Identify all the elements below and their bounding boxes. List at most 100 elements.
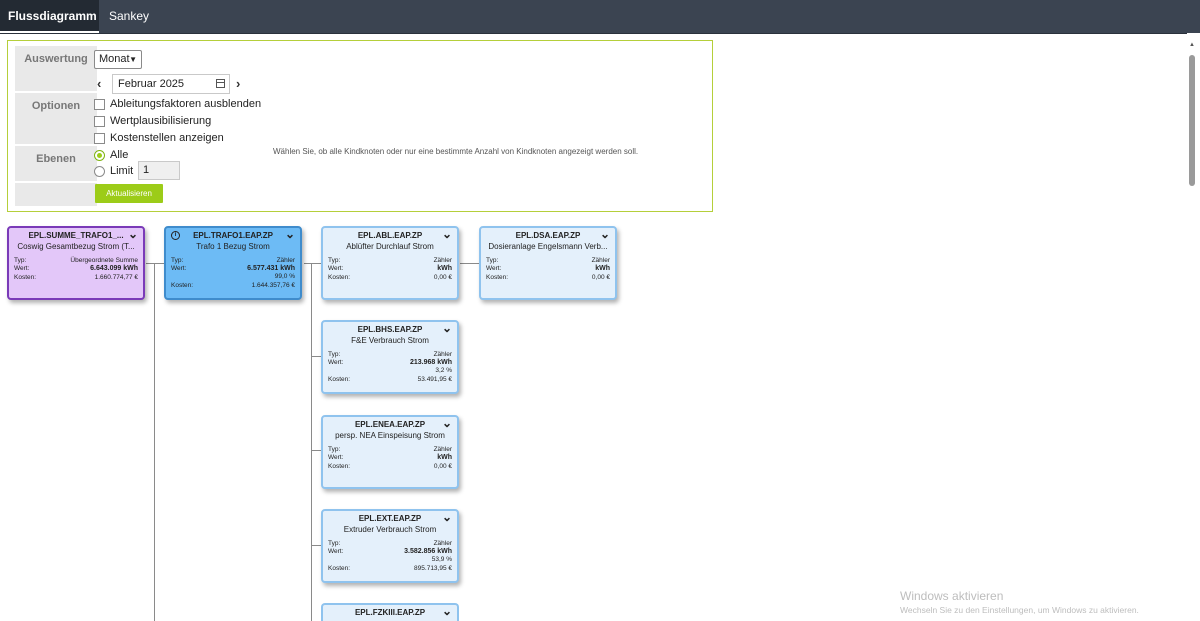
node-row-kosten: Kosten: 1.644.357,76 € (171, 281, 295, 290)
node-id: EPL.ABL.EAP.ZP (357, 231, 423, 240)
node-id: EPL.BHS.EAP.ZP (357, 325, 423, 334)
kosten-label: Kosten: (328, 274, 351, 281)
date-value: Februar 2025 (118, 78, 185, 90)
node-description: F&E Verbrauch Strom (351, 336, 429, 345)
node-row-kosten: Kosten: 0,00 € (486, 273, 610, 282)
wert-value: 6.643.099 kWh (90, 265, 138, 272)
node-row-wert: Wert: kWh (486, 264, 610, 273)
chevron-down-icon[interactable]: ⌄ (285, 228, 295, 240)
option-label-ableitungsfaktoren: Ableitungsfaktoren ausblenden (110, 98, 262, 110)
wert-label: Wert: (486, 265, 502, 272)
chevron-down-icon[interactable]: ⌄ (128, 228, 138, 240)
flow-node-enea[interactable]: EPL.ENEA.EAP.ZP ⌄ persp. NEA Einspeisung… (321, 415, 459, 489)
node-row-kosten: Kosten: 895.713,95 € (328, 564, 452, 573)
flow-node-trafo1[interactable]: i EPL.TRAFO1.EAP.ZP ⌄ Trafo 1 Bezug Stro… (164, 226, 302, 300)
wert-label: Wert: (14, 265, 30, 272)
optionen-label: Optionen (15, 93, 97, 144)
node-id: EPL.TRAFO1.EAP.ZP (193, 231, 273, 240)
wert-label: Wert: (328, 454, 344, 461)
radio-label-alle: Alle (110, 149, 129, 161)
checkbox-ableitungsfaktoren[interactable] (94, 99, 105, 110)
node-row-percent: 99,0 % (171, 272, 295, 281)
tab-sankey-diagramm[interactable]: Sankey Diagramm (101, 0, 211, 55)
node-id: EPL.ENEA.EAP.ZP (354, 420, 426, 429)
flow-node-abl[interactable]: EPL.ABL.EAP.ZP ⌄ Ablüfter Durchlauf Stro… (321, 226, 459, 300)
checkbox-kostenstellen[interactable] (94, 133, 105, 144)
option-label-wertplausibilisierung: Wertplausibilisierung (110, 115, 212, 127)
kosten-value: 1.660.774,77 € (94, 274, 138, 281)
chevron-down-icon[interactable]: ⌄ (442, 605, 452, 617)
aktualisieren-button[interactable]: Aktualisieren (95, 184, 163, 203)
windows-activation-text: Wechseln Sie zu den Einstellungen, um Wi… (900, 605, 1139, 615)
chevron-down-icon[interactable]: ⌄ (442, 417, 452, 429)
connector-line (311, 545, 321, 546)
connector-line (311, 263, 312, 621)
chevron-down-icon[interactable]: ⌄ (442, 511, 452, 523)
kosten-value: 0,00 € (591, 274, 610, 281)
next-period-button[interactable]: › (236, 76, 240, 91)
connector-line (311, 356, 321, 357)
radio-limit[interactable] (94, 166, 105, 177)
node-row-percent: 3,2 % (328, 366, 452, 375)
wert-value: kWh (437, 265, 452, 272)
node-description: Extruder Verbrauch Strom (343, 525, 437, 534)
percent-value: 3,2 % (435, 367, 452, 374)
connector-line (154, 263, 155, 621)
connector-line (304, 263, 321, 264)
empty-label-cell (15, 183, 97, 206)
checkbox-wertplausibilisierung[interactable] (94, 116, 105, 127)
kosten-value: 0,00 € (433, 463, 452, 470)
flow-node-ext[interactable]: EPL.EXT.EAP.ZP ⌄ Extruder Verbrauch Stro… (321, 509, 459, 583)
kosten-label: Kosten: (14, 274, 37, 281)
scroll-up-arrow-icon[interactable]: ▲ (1189, 42, 1195, 48)
limit-input[interactable]: 1 (138, 161, 180, 180)
auswertung-label: Auswertung (15, 46, 97, 91)
node-description: Dosieranlage Engelsmann Verb... (488, 242, 608, 251)
date-field[interactable]: Februar 2025 (112, 74, 230, 94)
radio-label-limit: Limit (110, 165, 134, 177)
flow-node-fzkiii[interactable]: EPL.FZKIII.EAP.ZP ⌄ (321, 603, 459, 621)
node-row-wert: Wert: kWh (328, 264, 452, 273)
node-row-wert: Wert: 6.643.099 kWh (14, 264, 138, 273)
chevron-down-icon[interactable]: ⌄ (442, 228, 452, 240)
node-row-percent: 53,9 % (328, 555, 452, 564)
node-id: EPL.DSA.EAP.ZP (515, 231, 581, 240)
kosten-label: Kosten: (171, 282, 194, 289)
calendar-icon[interactable] (216, 79, 225, 88)
kosten-value: 895.713,95 € (414, 565, 452, 572)
period-select-value: Monat (99, 53, 130, 65)
node-id: EPL.EXT.EAP.ZP (358, 514, 422, 523)
ebenen-label: Ebenen (15, 146, 97, 181)
radio-alle[interactable] (94, 150, 105, 161)
scrollbar-thumb[interactable] (1189, 55, 1195, 186)
prev-period-button[interactable]: ‹ (97, 76, 101, 91)
kosten-value: 1.644.357,76 € (251, 282, 295, 289)
node-row-kosten: Kosten: 0,00 € (328, 462, 452, 471)
node-id: EPL.FZKIII.EAP.ZP (354, 608, 426, 617)
node-id: EPL.SUMME_TRAFO1_... (28, 231, 124, 240)
node-description: Trafo 1 Bezug Strom (196, 242, 270, 251)
tab-flussdiagramm[interactable]: Flussdiagramm (0, 0, 99, 33)
node-row-kosten: Kosten: 53.491,95 € (328, 375, 452, 384)
kosten-label: Kosten: (328, 376, 351, 383)
percent-value: 99,0 % (274, 273, 295, 280)
chevron-down-icon[interactable]: ⌄ (442, 322, 452, 334)
flow-node-dsa[interactable]: EPL.DSA.EAP.ZP ⌄ Dosieranlage Engelsmann… (479, 226, 617, 300)
percent-value: 53,9 % (431, 556, 452, 563)
kosten-label: Kosten: (328, 565, 351, 572)
flow-node-summe-trafo1[interactable]: EPL.SUMME_TRAFO1_... ⌄ Coswig Gesamtbezu… (7, 226, 145, 300)
filter-panel: Auswertung Optionen Ebenen Monat ▼ ‹ Feb… (7, 40, 713, 212)
chevron-down-icon: ▼ (129, 55, 137, 64)
node-description: Coswig Gesamtbezug Strom (T... (17, 242, 135, 251)
period-select[interactable]: Monat ▼ (94, 50, 142, 69)
connector-line (146, 263, 164, 264)
chevron-down-icon[interactable]: ⌄ (600, 228, 610, 240)
ebenen-hint-text: Wählen Sie, ob alle Kindknoten oder nur … (273, 147, 639, 156)
wert-value: kWh (595, 265, 610, 272)
windows-activation-title: Windows aktivieren (900, 589, 1004, 603)
option-label-kostenstellen: Kostenstellen anzeigen (110, 132, 224, 144)
kosten-value: 0,00 € (433, 274, 452, 281)
wert-label: Wert: (328, 265, 344, 272)
flow-node-bhs[interactable]: EPL.BHS.EAP.ZP ⌄ F&E Verbrauch Strom Typ… (321, 320, 459, 394)
wert-value: kWh (437, 454, 452, 461)
